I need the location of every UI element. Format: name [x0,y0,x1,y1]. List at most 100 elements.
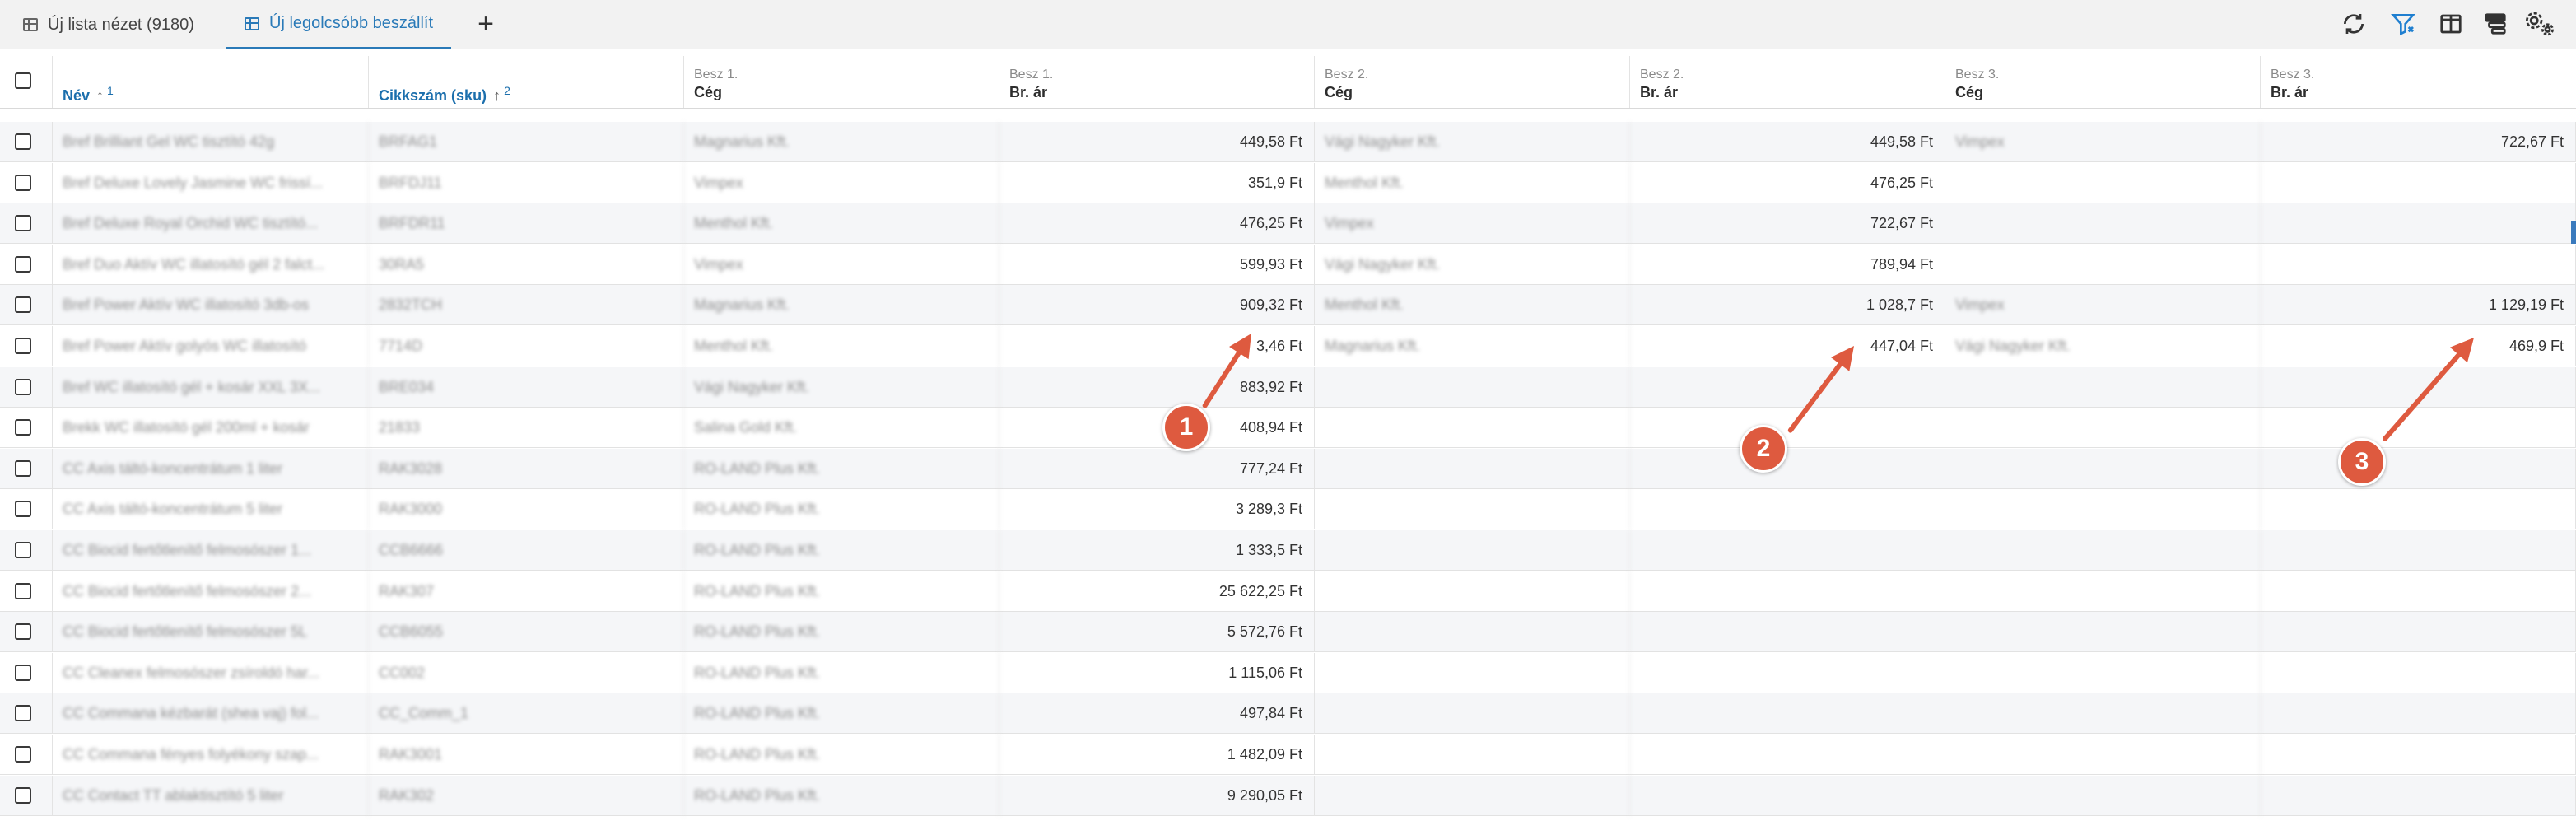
cell-besz3-price [2261,775,2576,816]
scrollbar-thumb[interactable] [2571,221,2576,244]
cell-name: Bref Duo Aktív WC illatosító gél 2 falct… [53,244,369,285]
select-all-column [0,56,53,108]
cell-besz2-company: Vági Nagyker Kft. [1315,244,1630,285]
row-select-cell [0,326,53,366]
cell-name: CC Biocid fertőtlenítő felmosószer 1... [53,530,369,571]
row-select-cell [0,408,53,448]
table-row[interactable]: CC Commana fényes folyékony szap... RAK30… [0,735,2576,775]
row-select-cell [0,652,53,693]
row-checkbox[interactable] [15,542,31,558]
header-besz3-price[interactable]: Besz 3. Br. ár [2261,56,2576,108]
cell-besz2-company [1315,408,1630,449]
cell-sku: RAK302 [369,775,684,816]
table-row[interactable]: CC Contact TT ablaktisztító 5 liter RAK30… [0,775,2576,816]
cell-besz1-price: 1 333,5 Ft [999,530,1315,571]
columns-icon[interactable] [2435,10,2467,38]
select-all-checkbox[interactable] [15,72,31,89]
cell-besz1-price: 599,93 Ft [999,244,1315,285]
table-row[interactable]: CC Axis táltó-koncentrátum 5 liter RAK300… [0,489,2576,530]
cell-besz2-company: Vimpex [1315,203,1630,245]
cell-besz2-price [1630,612,1945,653]
cell-besz3-price [2261,489,2576,530]
row-checkbox[interactable] [15,378,31,395]
cell-besz1-company: RO-LAND Plus Kft. [684,775,999,816]
cell-besz1-company: RO-LAND Plus Kft. [684,693,999,735]
row-checkbox[interactable] [15,133,31,150]
table-row[interactable]: Bref Deluxe Royal Orchid WC tisztító... B… [0,203,2576,245]
cell-besz1-price: 497,84 Ft [999,693,1315,735]
table-row[interactable]: CC Commana kézbarát (shea vaj) fol... CC_… [0,693,2576,735]
table-row[interactable]: CC Biocid fertőtlenítő felmosószer 2... R… [0,571,2576,612]
table-row[interactable]: Bref WC illatosító gél + kosár XXL 3X...… [0,366,2576,408]
cell-sku: BRE034 [369,366,684,408]
row-checkbox[interactable] [15,255,31,273]
table-row[interactable]: CC Axis táltó-koncentrátum 1 liter RAK302… [0,448,2576,489]
header-besz2-price[interactable]: Besz 2. Br. ár [1630,56,1945,108]
row-checkbox[interactable] [15,296,31,314]
header-besz1-company[interactable]: Besz 1. Cég [684,56,999,108]
row-checkbox[interactable] [15,501,31,518]
header-besz3-company[interactable]: Besz 3. Cég [1945,56,2261,108]
row-checkbox[interactable] [15,419,31,436]
cell-besz3-price: 469,9 Ft [2261,326,2576,366]
cell-besz1-company: RO-LAND Plus Kft. [684,735,999,775]
cell-besz3-company [1945,408,2261,449]
cell-besz2-company: Menthol Kft. [1315,162,1630,203]
table-row[interactable]: Bref Power Aktív golyós WC illatosító 771… [0,326,2576,366]
tab-new-list-view[interactable]: Új lista nézet (9180) [23,0,194,49]
row-checkbox[interactable] [15,705,31,722]
cell-besz1-company: RO-LAND Plus Kft. [684,652,999,693]
row-checkbox[interactable] [15,746,31,763]
row-checkbox[interactable] [15,459,31,477]
cell-besz1-price: 449,58 Ft [999,122,1315,162]
table-row[interactable]: CC Biocid fertőtlenítő felmosószer 5L CCB… [0,612,2576,653]
row-checkbox[interactable] [15,582,31,599]
app-window: Új lista nézet (9180) Új legolcsóbb besz… [0,0,2576,821]
row-checkbox[interactable] [15,174,31,191]
row-checkbox[interactable] [15,623,31,641]
row-select-cell [0,530,53,570]
cell-sku: CCB6055 [369,612,684,653]
row-select-cell [0,285,53,325]
table-row[interactable]: Brekk WC illatosító gél 200ml + kosár 218… [0,408,2576,449]
cell-name: Bref WC illatosító gél + kosár XXL 3X... [53,366,369,408]
cell-sku: 30RA5 [369,244,684,285]
header-besz1-price[interactable]: Besz 1. Br. ár [999,56,1315,108]
cell-besz3-price: 722,67 Ft [2261,122,2576,162]
header-besz2-company[interactable]: Besz 2. Cég [1315,56,1630,108]
settings-icon[interactable] [2524,10,2555,38]
header-sku[interactable]: Cikkszám (sku) ↑ 2 [369,56,684,108]
table-icon [245,16,259,30]
tab-cheapest-supplier[interactable]: Új legolcsóbb beszállít [226,0,451,49]
cell-besz1-price: 1 115,06 Ft [999,652,1315,693]
row-checkbox[interactable] [15,786,31,804]
row-checkbox[interactable] [15,664,31,681]
cell-besz2-price: 476,25 Ft [1630,162,1945,203]
table-row[interactable]: CC Cleanex felmosószer zsíroldó har... CC… [0,652,2576,693]
table-row[interactable]: Bref Duo Aktív WC illatosító gél 2 falct… [0,244,2576,285]
cell-besz3-company [1945,652,2261,693]
cell-sku: BRFDJ11 [369,162,684,203]
cell-besz1-company: Menthol Kft. [684,203,999,245]
cell-name: Bref Brilliant Gel WC tisztító 42g [53,122,369,162]
filter-icon[interactable] [2387,10,2419,38]
table-row[interactable]: Bref Brilliant Gel WC tisztító 42g BRFAG1… [0,122,2576,162]
stack-icon[interactable] [2480,10,2511,38]
header-name[interactable]: Név ↑ 1 [53,56,369,108]
row-checkbox[interactable] [15,215,31,232]
table-row[interactable]: Bref Deluxe Lovely Jasmine WC frissí... B… [0,162,2576,203]
add-tab-button[interactable]: + [471,10,501,40]
header-title: Név [63,87,91,104]
cell-besz3-price [2261,693,2576,735]
table-row[interactable]: CC Biocid fertőtlenítő felmosószer 1... C… [0,530,2576,571]
header-group: Besz 2. [1325,68,1369,82]
cell-name: CC Biocid fertőtlenítő felmosószer 5L [53,612,369,653]
table-row[interactable]: Bref Power Aktív WC illatosító 3db-os 283… [0,285,2576,326]
cell-besz2-company [1315,530,1630,571]
cell-besz3-company [1945,366,2261,408]
row-checkbox[interactable] [15,338,31,354]
refresh-icon[interactable] [2338,10,2369,38]
cell-name: Bref Power Aktív golyós WC illatosító [53,326,369,366]
cell-besz3-company [1945,571,2261,612]
cell-name: CC Axis táltó-koncentrátum 5 liter [53,489,369,530]
